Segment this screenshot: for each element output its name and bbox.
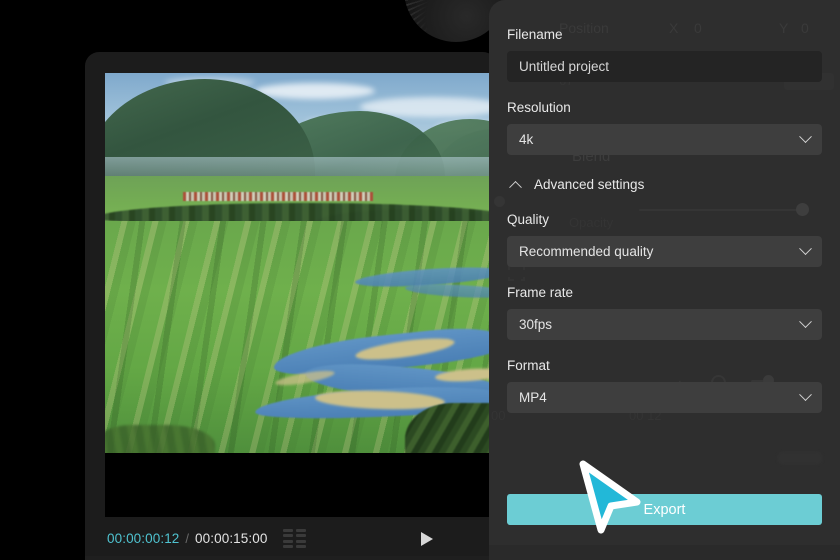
format-select-value: MP4 [519, 390, 547, 405]
frame-rate-label: Frame rate [507, 285, 574, 300]
format-label: Format [507, 358, 550, 373]
export-settings-panel: Position X 0 Y 0 Blend Opacity 67 00 00 … [489, 0, 840, 545]
video-preview-stage[interactable] [105, 73, 497, 517]
resolution-label: Resolution [507, 100, 571, 115]
screen-root: 00:00:00:12 / 00:00:15:00 Position X 0 Y… [0, 0, 840, 560]
split-bar [283, 539, 294, 543]
quality-select[interactable]: Recommended quality [507, 236, 822, 267]
filename-label: Filename [507, 27, 563, 42]
chevron-down-icon [799, 130, 812, 144]
frame-rate-select[interactable]: 30fps [507, 309, 822, 340]
ghost-dot [494, 196, 505, 207]
split-bar [296, 545, 307, 549]
panel-bottom-strip [489, 545, 840, 560]
quality-select-value: Recommended quality [519, 244, 654, 259]
letterbox-bar [105, 453, 497, 517]
split-view-icon[interactable] [283, 528, 307, 549]
video-frame [105, 73, 497, 453]
chevron-up-icon [509, 180, 522, 194]
forest-bottom-left [105, 425, 215, 453]
format-select[interactable]: MP4 [507, 382, 822, 413]
frame-rate-select-value: 30fps [519, 317, 553, 332]
ghost-blur-pill [777, 451, 823, 465]
export-button[interactable]: Export [507, 494, 822, 525]
chevron-down-icon [799, 242, 812, 256]
total-timecode: 00:00:15:00 [195, 531, 268, 546]
ghost-slider-track [639, 209, 804, 211]
cloud [255, 83, 375, 99]
split-bar [283, 528, 294, 532]
split-view-column-left [283, 528, 294, 549]
advanced-settings-label: Advanced settings [534, 177, 645, 192]
resolution-select-value: 4k [519, 132, 534, 147]
split-view-column-right [296, 528, 307, 549]
filename-input-value: Untitled project [519, 59, 610, 74]
filename-input[interactable]: Untitled project [507, 51, 822, 82]
window-bottom-edge [85, 556, 489, 560]
split-bar [296, 539, 307, 543]
split-bar [283, 534, 294, 538]
timecode-separator: / [185, 531, 190, 546]
chevron-down-icon [799, 315, 812, 329]
resolution-select[interactable]: 4k [507, 124, 822, 155]
advanced-settings-toggle[interactable]: Advanced settings [507, 177, 822, 194]
ghost-timecode-a: 00 [491, 408, 506, 423]
play-icon[interactable] [421, 531, 433, 546]
split-bar [296, 528, 307, 532]
chevron-down-icon [799, 388, 812, 402]
quality-label: Quality [507, 212, 550, 227]
village [183, 192, 373, 201]
split-bar [283, 545, 294, 549]
editor-window: 00:00:00:12 / 00:00:15:00 [85, 52, 497, 560]
transport-bar: 00:00:00:12 / 00:00:15:00 [85, 517, 497, 560]
split-bar [296, 534, 307, 538]
current-timecode: 00:00:00:12 [107, 531, 180, 546]
